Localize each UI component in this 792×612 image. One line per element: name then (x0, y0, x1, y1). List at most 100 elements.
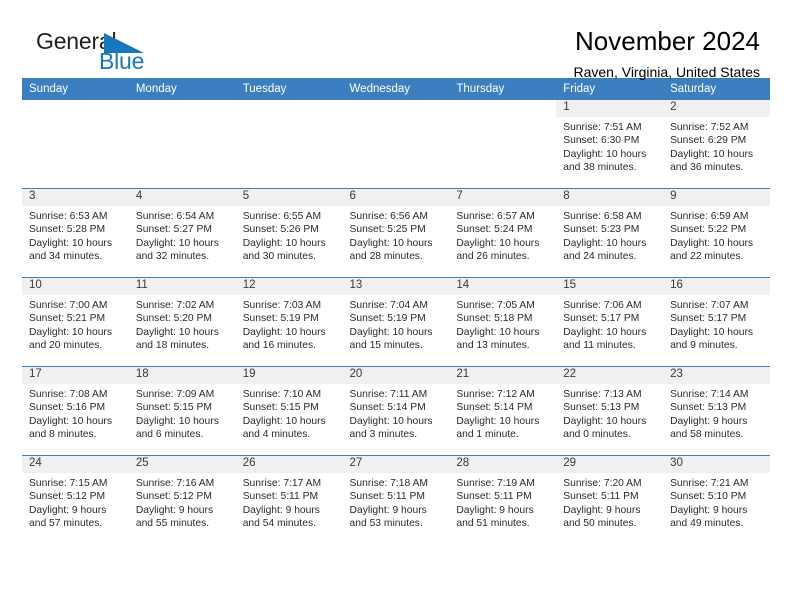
day-cell[interactable]: 16 Sunrise: 7:07 AM Sunset: 5:17 PM Dayligh… (663, 278, 770, 366)
day-sunrise-line: Sunrise: 7:17 AM (242, 478, 322, 489)
day-cell[interactable]: 14 Sunrise: 7:05 AM Sunset: 5:18 PM Dayligh… (449, 278, 557, 366)
day-daylight-line: and 20 minutes. (29, 340, 103, 352)
weekday-header-monday: Monday (128, 78, 236, 100)
day-number: 15 (556, 278, 664, 295)
day-cell[interactable]: 20 Sunrise: 7:11 AM Sunset: 5:14 PM Dayligh… (342, 367, 450, 455)
day-number: 26 (235, 456, 343, 473)
weekday-header-saturday: Saturday (663, 78, 770, 100)
day-number: 28 (449, 456, 557, 473)
day-cell[interactable]: 18 Sunrise: 7:09 AM Sunset: 5:15 PM Dayligh… (128, 367, 236, 455)
day-number: 10 (22, 278, 129, 295)
day-cell[interactable]: 25 Sunrise: 7:16 AM Sunset: 5:12 PM Dayligh… (128, 456, 236, 544)
day-details: Sunrise: 7:14 AM Sunset: 5:13 PM Daylight:… (663, 384, 770, 442)
weekday-header-thursday: Thursday (449, 78, 557, 100)
day-sunset-line: Sunset: 5:19 PM (349, 313, 426, 325)
calendar-week-row: 24 Sunrise: 7:15 AM Sunset: 5:12 PM Dayligh… (22, 455, 770, 544)
logo-text-blue: Blue (99, 48, 145, 74)
day-sunset-line: Sunset: 5:14 PM (456, 402, 533, 414)
day-daylight-line: and 57 minutes. (29, 518, 103, 530)
calendar-cell: 6 Sunrise: 6:56 AM Sunset: 5:25 PM Daylight… (342, 188, 450, 278)
day-cell[interactable]: 30 Sunrise: 7:21 AM Sunset: 5:10 PM Dayligh… (663, 456, 770, 544)
day-cell[interactable]: 1 Sunrise: 7:51 AM Sunset: 6:30 PM Daylight… (556, 100, 664, 188)
day-cell[interactable]: 5 Sunrise: 6:55 AM Sunset: 5:26 PM Daylight… (235, 189, 343, 277)
day-cell[interactable]: 21 Sunrise: 7:12 AM Sunset: 5:14 PM Dayligh… (449, 367, 557, 455)
generalblue-logo[interactable]: General Blue (36, 28, 166, 80)
day-number: 21 (449, 367, 557, 384)
day-daylight-line: and 54 minutes. (242, 518, 316, 530)
day-details: Sunrise: 7:12 AM Sunset: 5:14 PM Daylight:… (449, 384, 556, 442)
calendar-cell: 7 Sunrise: 6:57 AM Sunset: 5:24 PM Daylight… (449, 188, 557, 278)
day-sunset-line: Sunset: 5:11 PM (349, 491, 425, 503)
day-cell[interactable]: 12 Sunrise: 7:03 AM Sunset: 5:19 PM Dayligh… (235, 278, 343, 366)
calendar-cell: 4 Sunrise: 6:54 AM Sunset: 5:27 PM Daylight… (128, 188, 236, 278)
day-cell[interactable]: 29 Sunrise: 7:20 AM Sunset: 5:11 PM Dayligh… (556, 456, 664, 544)
day-sunset-line: Sunset: 5:25 PM (349, 224, 426, 236)
day-number: 6 (342, 189, 450, 206)
day-daylight-line: Daylight: 10 hours (456, 237, 540, 249)
day-cell[interactable]: 8 Sunrise: 6:58 AM Sunset: 5:23 PM Daylight… (556, 189, 664, 277)
day-daylight-line: and 13 minutes. (456, 340, 530, 352)
day-cell[interactable]: 11 Sunrise: 7:02 AM Sunset: 5:20 PM Dayligh… (128, 278, 236, 366)
day-cell[interactable]: 23 Sunrise: 7:14 AM Sunset: 5:13 PM Dayligh… (663, 367, 770, 455)
day-details: Sunrise: 7:09 AM Sunset: 5:15 PM Daylight:… (129, 384, 236, 442)
day-sunrise-line: Sunrise: 7:12 AM (456, 389, 535, 400)
day-daylight-line: Daylight: 10 hours (29, 326, 112, 338)
day-cell[interactable]: 24 Sunrise: 7:15 AM Sunset: 5:12 PM Dayligh… (22, 456, 129, 544)
day-number: 18 (128, 367, 236, 384)
day-sunset-line: Sunset: 5:23 PM (563, 224, 640, 236)
calendar-page: General Blue November 2024 Raven, Virgin… (0, 0, 792, 612)
day-cell[interactable]: 15 Sunrise: 7:06 AM Sunset: 5:17 PM Dayligh… (556, 278, 664, 366)
day-details: Sunrise: 7:08 AM Sunset: 5:16 PM Daylight:… (22, 384, 129, 442)
calendar-cell: 21 Sunrise: 7:12 AM Sunset: 5:14 PM Dayligh… (449, 366, 557, 456)
calendar-cell (235, 100, 343, 189)
day-daylight-line: and 18 minutes. (135, 340, 210, 352)
day-sunset-line: Sunset: 5:11 PM (563, 491, 639, 503)
calendar-cell: 18 Sunrise: 7:09 AM Sunset: 5:15 PM Dayligh… (128, 366, 236, 456)
day-cell[interactable]: 9 Sunrise: 6:59 AM Sunset: 5:22 PM Daylight… (663, 189, 770, 277)
day-daylight-line: Daylight: 9 hours (349, 504, 427, 516)
calendar-cell (342, 100, 450, 189)
day-cell[interactable]: 19 Sunrise: 7:10 AM Sunset: 5:15 PM Dayligh… (235, 367, 343, 455)
calendar-cell (449, 100, 557, 189)
day-cell[interactable]: 2 Sunrise: 7:52 AM Sunset: 6:29 PM Daylight… (663, 100, 770, 188)
day-daylight-line: and 28 minutes. (349, 251, 423, 263)
page-title: November 2024 (575, 26, 760, 56)
day-cell[interactable]: 4 Sunrise: 6:54 AM Sunset: 5:27 PM Daylight… (128, 189, 236, 277)
day-cell[interactable]: 17 Sunrise: 7:08 AM Sunset: 5:16 PM Dayligh… (22, 367, 129, 455)
day-sunrise-line: Sunrise: 7:06 AM (563, 300, 642, 311)
day-sunrise-line: Sunrise: 7:21 AM (670, 478, 749, 489)
day-cell[interactable]: 10 Sunrise: 7:00 AM Sunset: 5:21 PM Dayligh… (22, 278, 129, 366)
day-sunrise-line: Sunrise: 6:54 AM (135, 211, 215, 222)
day-daylight-line: Daylight: 9 hours (135, 504, 214, 516)
calendar-cell: 13 Sunrise: 7:04 AM Sunset: 5:19 PM Dayligh… (342, 277, 450, 367)
day-sunrise-line: Sunrise: 6:59 AM (670, 211, 749, 222)
day-number: 1 (556, 100, 664, 117)
day-details: Sunrise: 7:21 AM Sunset: 5:10 PM Daylight:… (663, 473, 770, 531)
day-details: Sunrise: 6:58 AM Sunset: 5:23 PM Daylight:… (556, 206, 663, 264)
day-cell[interactable]: 28 Sunrise: 7:19 AM Sunset: 5:11 PM Dayligh… (449, 456, 557, 544)
day-daylight-line: and 34 minutes. (29, 251, 103, 263)
day-sunrise-line: Sunrise: 7:16 AM (135, 478, 215, 489)
day-number (343, 100, 450, 117)
day-sunrise-line: Sunrise: 7:52 AM (670, 122, 749, 133)
page-header: General Blue November 2024 Raven, Virgin… (22, 0, 770, 80)
day-daylight-line: Daylight: 10 hours (563, 237, 647, 249)
day-details: Sunrise: 6:56 AM Sunset: 5:25 PM Daylight:… (343, 206, 450, 264)
calendar-cell: 15 Sunrise: 7:06 AM Sunset: 5:17 PM Dayligh… (556, 277, 664, 367)
day-cell[interactable]: 13 Sunrise: 7:04 AM Sunset: 5:19 PM Dayligh… (342, 278, 450, 366)
day-daylight-line: Daylight: 10 hours (349, 237, 433, 249)
day-cell[interactable]: 6 Sunrise: 6:56 AM Sunset: 5:25 PM Daylight… (342, 189, 450, 277)
day-cell[interactable]: 22 Sunrise: 7:13 AM Sunset: 5:13 PM Dayligh… (556, 367, 664, 455)
day-daylight-line: Daylight: 10 hours (242, 326, 326, 338)
day-cell[interactable]: 27 Sunrise: 7:18 AM Sunset: 5:11 PM Dayligh… (342, 456, 450, 544)
day-number: 9 (663, 189, 770, 206)
day-cell[interactable]: 3 Sunrise: 6:53 AM Sunset: 5:28 PM Daylight… (22, 189, 129, 277)
calendar-cell: 22 Sunrise: 7:13 AM Sunset: 5:13 PM Dayligh… (556, 366, 664, 456)
day-sunset-line: Sunset: 5:21 PM (29, 313, 106, 325)
day-cell-empty (128, 100, 236, 188)
day-cell[interactable]: 7 Sunrise: 6:57 AM Sunset: 5:24 PM Daylight… (449, 189, 557, 277)
day-details: Sunrise: 6:59 AM Sunset: 5:22 PM Daylight:… (663, 206, 770, 264)
calendar-cell: 3 Sunrise: 6:53 AM Sunset: 5:28 PM Daylight… (22, 188, 129, 278)
day-cell[interactable]: 26 Sunrise: 7:17 AM Sunset: 5:11 PM Dayligh… (235, 456, 343, 544)
day-details: Sunrise: 7:04 AM Sunset: 5:19 PM Daylight:… (343, 295, 450, 353)
